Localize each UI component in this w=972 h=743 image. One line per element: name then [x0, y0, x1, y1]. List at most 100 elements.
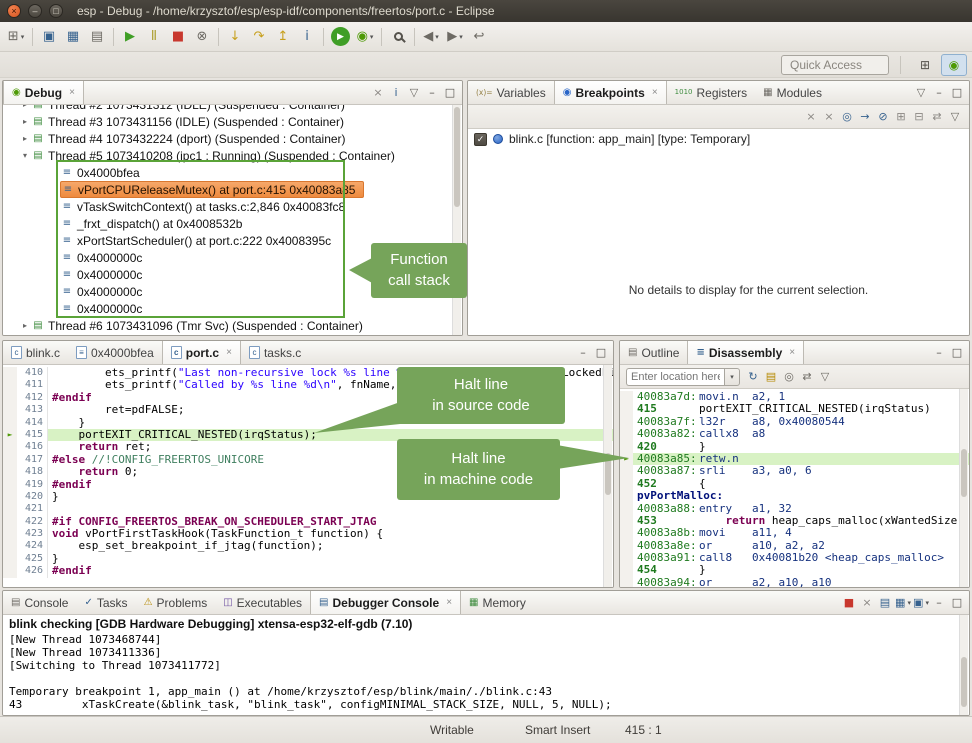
maximize-view-icon[interactable]: □	[593, 344, 609, 361]
disasm-row[interactable]: 40083a8b:movi a11, 4	[620, 527, 969, 539]
console-scrollbar[interactable]	[959, 615, 968, 715]
remove-breakpoint-icon[interactable]: ×	[803, 108, 819, 125]
tab-console[interactable]: ▤Console	[3, 591, 76, 614]
tab-modules[interactable]: ▦ Modules	[755, 81, 830, 104]
minimize-view-icon[interactable]: –	[931, 344, 947, 361]
code-line[interactable]: 413 ret=pdFALSE;	[3, 404, 613, 416]
debug-thread-row[interactable]: ▸▤Thread #2 1073431312 (IDLE) (Suspended…	[19, 105, 452, 113]
expand-all-icon[interactable]: ⊞	[893, 108, 909, 125]
maximize-view-icon[interactable]: □	[949, 344, 965, 361]
open-perspective-button[interactable]: ⊞	[912, 54, 938, 76]
tab-variables[interactable]: (x)= Variables	[468, 81, 554, 104]
disasm-row[interactable]: 40083a94:or a2, a10, a10	[620, 577, 969, 588]
disasm-row[interactable]: 40083a91:call8 0x40081b20 <heap_caps_mal…	[620, 552, 969, 564]
tab-executables[interactable]: ◫Executables	[215, 591, 310, 614]
clear-console-icon[interactable]: ▤	[877, 594, 893, 611]
tab-problems[interactable]: ⚠Problems	[136, 591, 216, 614]
debug-frame-row[interactable]: ≡0x4000000c	[60, 283, 452, 300]
tab-tasks-c[interactable]: c tasks.c	[241, 341, 309, 364]
code-line[interactable]: 416 return ret;	[3, 441, 613, 453]
code-line[interactable]: 412#endif	[3, 392, 613, 404]
editor-scrollbar[interactable]	[603, 365, 612, 587]
breakpoint-row[interactable]: ✓ blink.c [function: app_main] [type: Te…	[468, 129, 969, 149]
skip-all-breakpoints-icon[interactable]: ⊘	[875, 108, 891, 125]
disasm-row[interactable]: 40083a7d:movi.n a2, 1	[620, 391, 969, 403]
save-icon[interactable]: ▣	[38, 26, 60, 48]
breakpoints-menu-icon[interactable]: ▽	[947, 108, 963, 125]
track-expression-icon[interactable]: ◎	[781, 368, 797, 385]
disassembly-scrollbar[interactable]	[959, 389, 968, 587]
step-over-icon[interactable]: ↷	[248, 26, 270, 48]
debug-frame-row[interactable]: ≡vTaskSwitchContext() at tasks.c:2,846 0…	[60, 198, 452, 215]
debug-frame-row[interactable]: ≡0x4000bfea	[60, 164, 452, 181]
suspend-icon[interactable]: Ⅱ	[143, 26, 165, 48]
debug-frame-row[interactable]: ≡vPortCPUReleaseMutex() at port.c:415 0x…	[60, 181, 364, 198]
terminate-console-icon[interactable]: ■	[841, 594, 857, 611]
search-icon[interactable]	[387, 26, 409, 48]
code-line[interactable]: 410 ets_printf("Last non-recursive lock …	[3, 367, 613, 379]
close-tab-icon[interactable]: ×	[69, 87, 75, 98]
display-selected-console-icon[interactable]: ▦▾	[895, 594, 911, 611]
disasm-row[interactable]: 454}	[620, 564, 969, 576]
code-line[interactable]: 418 return 0;	[3, 466, 613, 478]
disconnect-icon[interactable]: ⊗	[191, 26, 213, 48]
code-line[interactable]: 411 ets_printf("Called by %s line %d\n",…	[3, 379, 613, 391]
maximize-view-icon[interactable]: □	[949, 84, 965, 101]
tree-collapsed-icon[interactable]: ▸	[19, 134, 31, 143]
code-line[interactable]: 423void vPortFirstTaskHook(TaskFunction_…	[3, 528, 613, 540]
disasm-row[interactable]: 40083a88:entry a1, 32	[620, 503, 969, 515]
code-line[interactable]: ►415 portEXIT_CRITICAL_NESTED(irqStatus)…	[3, 429, 613, 441]
tree-expanded-icon[interactable]: ▾	[19, 151, 31, 160]
tab-0x4000bfea[interactable]: ≡ 0x4000bfea	[68, 341, 162, 364]
step-return-icon[interactable]: ↥	[272, 26, 294, 48]
code-line[interactable]: 420}	[3, 491, 613, 503]
code-line[interactable]: 421	[3, 503, 613, 515]
debug-thread-row[interactable]: ▸▤Thread #4 1073432224 (dport) (Suspende…	[19, 130, 452, 147]
maximize-button[interactable]: □	[49, 4, 63, 18]
back-icon[interactable]: ◀▾	[420, 26, 442, 48]
quick-access-box[interactable]: Quick Access	[781, 55, 889, 75]
tree-collapsed-icon[interactable]: ▸	[19, 117, 31, 126]
disasm-row[interactable]: 40083a82:callx8 a8	[620, 428, 969, 440]
view-menu-icon[interactable]: ▽	[406, 84, 422, 101]
tab-disassembly[interactable]: ≡ Disassembly ×	[687, 341, 804, 364]
tab-debugger-console[interactable]: ▤Debugger Console×	[310, 591, 461, 614]
close-button[interactable]: ×	[7, 4, 21, 18]
debug-frame-row[interactable]: ≡0x4000000c	[60, 300, 452, 317]
remove-all-terminated-icon[interactable]: ×	[370, 84, 386, 101]
code-line[interactable]: 426#endif	[3, 565, 613, 577]
debug-frame-row[interactable]: ≡0x4000000c	[60, 266, 452, 283]
scrollbar-thumb[interactable]	[454, 107, 460, 207]
minimize-button[interactable]: –	[28, 4, 42, 18]
close-tab-icon[interactable]: ×	[789, 347, 795, 358]
debug-perspective-button[interactable]: ◉	[941, 54, 967, 76]
disassembly-menu-icon[interactable]: ▽	[817, 368, 833, 385]
instruction-stepping-mode-icon[interactable]: i	[388, 84, 404, 101]
new-wizard-icon[interactable]: ⊞▾	[5, 26, 27, 48]
debug-icon[interactable]: ◉▾	[354, 26, 376, 48]
tree-collapsed-icon[interactable]: ▸	[19, 321, 31, 330]
link-with-debug-view-icon[interactable]: ⇄	[929, 108, 945, 125]
step-into-icon[interactable]: ↓	[224, 26, 246, 48]
disassembly-listing[interactable]: 40083a7d:movi.n a2, 1415portEXIT_CRITICA…	[620, 389, 969, 587]
maximize-view-icon[interactable]: □	[442, 84, 458, 101]
sync-with-active-context-icon[interactable]: ⇄	[799, 368, 815, 385]
tab-tasks[interactable]: ✓Tasks	[76, 591, 135, 614]
view-menu-icon[interactable]: ▽	[913, 84, 929, 101]
instruction-stepping-icon[interactable]: i	[296, 26, 318, 48]
code-line[interactable]: 414 }	[3, 417, 613, 429]
resume-icon[interactable]: ▶	[119, 26, 141, 48]
tab-breakpoints[interactable]: ◉ Breakpoints ×	[554, 81, 667, 104]
code-line[interactable]: 425}	[3, 553, 613, 565]
code-line[interactable]: 417#else //!CONFIG_FREERTOS_UNICORE	[3, 454, 613, 466]
remove-all-breakpoints-icon[interactable]: ×	[821, 108, 837, 125]
scrollbar-thumb[interactable]	[961, 449, 967, 497]
remove-launch-icon[interactable]: ×	[859, 594, 875, 611]
show-breakpoints-supported-icon[interactable]: ◎	[839, 108, 855, 125]
collapse-all-icon[interactable]: ⊟	[911, 108, 927, 125]
debug-frame-row[interactable]: ≡0x4000000c	[60, 249, 452, 266]
print-icon[interactable]: ▤	[86, 26, 108, 48]
location-input[interactable]	[626, 368, 724, 386]
tab-memory[interactable]: ▦Memory	[461, 591, 534, 614]
save-all-icon[interactable]: ▦	[62, 26, 84, 48]
